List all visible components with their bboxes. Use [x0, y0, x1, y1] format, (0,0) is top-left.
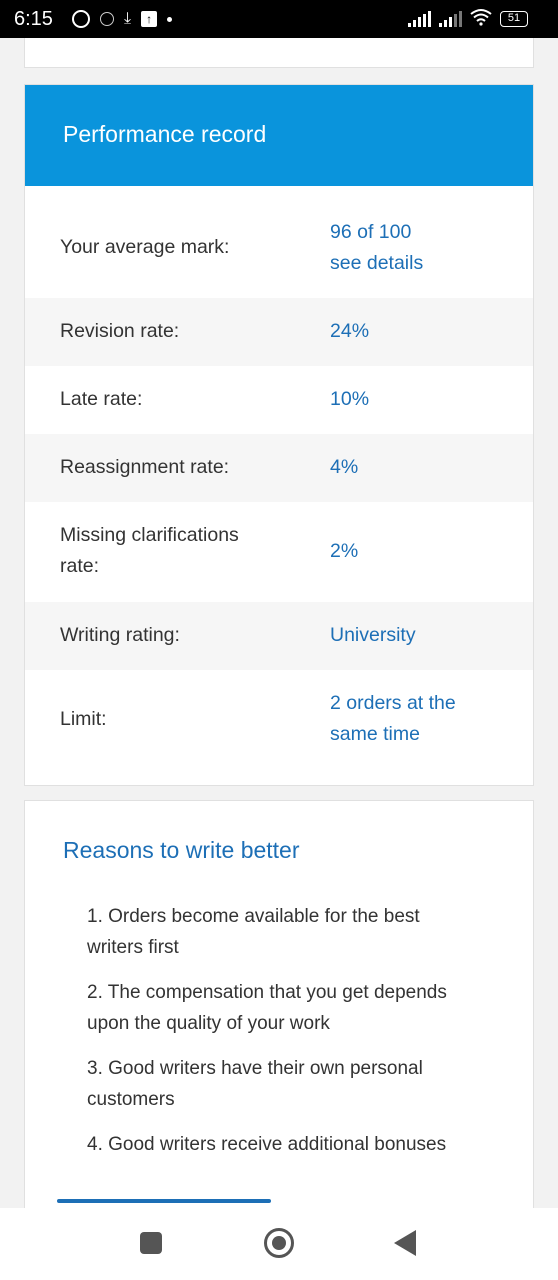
reason-3-line2: customers — [87, 1089, 175, 1110]
average-mark-label: Your average mark: — [60, 236, 230, 258]
alarm-icon — [72, 10, 90, 28]
reassignment-rate-value: 4% — [330, 456, 359, 478]
status-left-icons: ⤓ ↑ — [72, 9, 173, 29]
late-rate-value: 10% — [330, 388, 370, 410]
reasons-card: Reasons to write better 1. Orders become… — [24, 800, 534, 1220]
performance-card: Performance record Your average mark: 96… — [24, 84, 534, 786]
performance-title: Performance record — [63, 121, 267, 147]
row-missing-clarifications: Missing clarifications rate: 2% — [25, 502, 533, 602]
reason-item: 1. Orders become available for the best … — [87, 901, 527, 963]
average-mark-value: 96 of 100 — [330, 221, 412, 243]
reasons-title: Reasons to write better — [63, 837, 300, 863]
reason-1-line2: writers first — [87, 937, 179, 958]
row-late-rate: Late rate: 10% — [25, 366, 533, 434]
reason-item: 2. The compensation that you get depends… — [87, 977, 527, 1039]
back-icon[interactable] — [394, 1230, 416, 1256]
system-nav-bar — [0, 1208, 558, 1280]
download-icon: ⤓ — [124, 10, 132, 27]
limit-label: Limit: — [60, 708, 107, 730]
notification-dot-icon — [167, 16, 173, 22]
battery-icon: 51 — [500, 11, 528, 27]
late-rate-label: Late rate: — [60, 388, 143, 410]
reassignment-rate-label: Reassignment rate: — [60, 456, 230, 478]
recents-icon[interactable] — [140, 1232, 162, 1254]
signal-icon — [408, 11, 431, 27]
sync-icon — [100, 12, 114, 26]
status-right-icons: 51 — [408, 8, 528, 31]
limit-value-line2: same time — [330, 723, 420, 745]
missing-clarifications-label-line2: rate: — [60, 555, 100, 577]
previous-card — [24, 38, 534, 68]
revision-rate-value: 24% — [330, 320, 370, 342]
reason-1-line1: 1. Orders become available for the best — [87, 906, 420, 927]
action-button-edge[interactable] — [57, 1199, 271, 1203]
writing-rating-value: University — [330, 624, 416, 646]
writing-rating-label: Writing rating: — [60, 624, 180, 646]
missing-clarifications-value: 2% — [330, 540, 359, 562]
see-details-link[interactable]: see details — [330, 248, 520, 279]
row-limit: Limit: 2 orders at the same time — [25, 670, 533, 770]
wifi-icon — [470, 8, 492, 31]
row-average-mark: Your average mark: 96 of 100 see details — [25, 186, 533, 298]
status-time: 6:15 — [14, 8, 53, 30]
revision-rate-label: Revision rate: — [60, 320, 180, 342]
reason-2-line1: 2. The compensation that you get depends — [87, 982, 447, 1003]
performance-header: Performance record — [25, 85, 533, 186]
reason-4-line1: 4. Good writers receive additional bonus… — [87, 1134, 447, 1155]
reason-item: 4. Good writers receive additional bonus… — [87, 1129, 527, 1160]
row-revision-rate: Revision rate: 24% — [25, 298, 533, 366]
status-bar: 6:15 ⤓ ↑ 51 — [0, 0, 558, 38]
upload-icon: ↑ — [141, 11, 158, 27]
row-reassignment-rate: Reassignment rate: 4% — [25, 434, 533, 502]
limit-value-line1: 2 orders at the — [330, 692, 456, 714]
reason-3-line1: 3. Good writers have their own personal — [87, 1058, 423, 1079]
reason-2-line2: upon the quality of your work — [87, 1013, 330, 1034]
row-writing-rating: Writing rating: University — [25, 602, 533, 670]
missing-clarifications-label-line1: Missing clarifications — [60, 524, 239, 546]
signal-2-icon — [439, 11, 462, 27]
reason-item: 3. Good writers have their own personal … — [87, 1053, 527, 1115]
home-icon[interactable] — [264, 1228, 294, 1258]
